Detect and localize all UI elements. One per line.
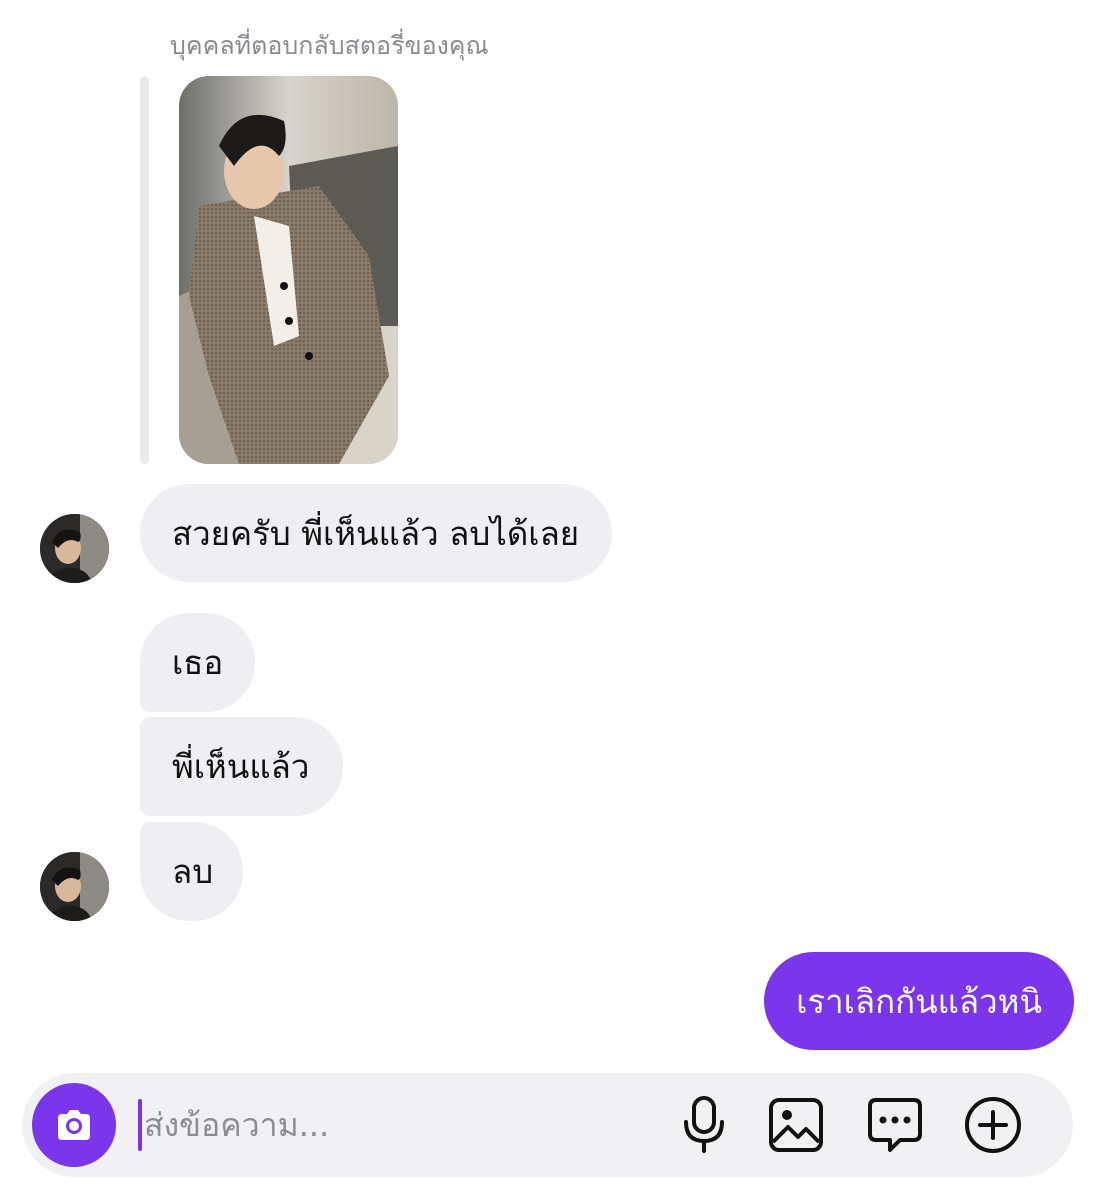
message-bubble-incoming[interactable]: สวยครับ พี่เห็นแล้ว ลบได้เลย — [140, 484, 613, 582]
gallery-button[interactable] — [766, 1095, 826, 1155]
text-cursor — [138, 1099, 142, 1151]
sender-avatar[interactable] — [40, 852, 109, 921]
more-button[interactable] — [963, 1095, 1023, 1155]
message-bubble-incoming[interactable]: เธอ — [140, 613, 256, 712]
message-text: เธอ — [172, 643, 224, 682]
message-text: พี่เห็นแล้ว — [172, 747, 310, 786]
message-text: ลบ — [172, 852, 214, 891]
image-icon — [769, 1098, 823, 1152]
message-text: สวยครับ พี่เห็นแล้ว ลบได้เลย — [172, 513, 580, 553]
message-composer — [22, 1073, 1073, 1177]
plus-icon — [965, 1097, 1021, 1153]
story-photo — [179, 76, 398, 464]
message-bubble-incoming[interactable]: พี่เห็นแล้ว — [140, 717, 344, 816]
message-text: เราเลิกกันแล้วหนิ — [796, 981, 1042, 1021]
story-reply-caption: บุคคลที่ตอบกลับสตอรี่ของคุณ — [170, 31, 489, 60]
sticker-icon — [868, 1098, 922, 1152]
sender-avatar[interactable] — [40, 514, 109, 583]
message-bubble-outgoing[interactable]: เราเลิกกันแล้วหนิ — [764, 952, 1074, 1050]
camera-icon — [58, 1110, 90, 1140]
sticker-button[interactable] — [865, 1095, 925, 1155]
message-bubble-incoming[interactable]: ลบ — [140, 822, 244, 921]
avatar-photo — [40, 852, 109, 921]
story-thumbnail[interactable] — [179, 76, 398, 464]
microphone-button[interactable] — [674, 1095, 734, 1155]
camera-button[interactable] — [32, 1083, 116, 1167]
avatar-photo — [40, 514, 109, 583]
story-reply-bar — [140, 76, 149, 464]
message-input[interactable] — [144, 1097, 664, 1153]
microphone-icon — [684, 1096, 724, 1153]
